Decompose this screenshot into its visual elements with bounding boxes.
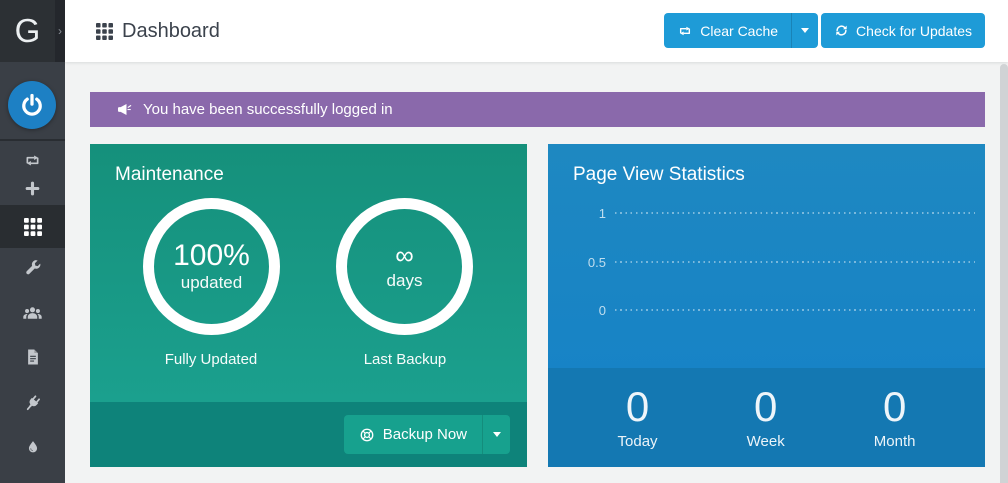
clear-cache-dropdown-toggle[interactable]	[791, 13, 818, 48]
y-tick-label: 0	[548, 303, 606, 318]
droplet-icon	[25, 439, 41, 457]
sidebar: G ›	[0, 0, 65, 483]
success-banner: You have been successfully logged in	[90, 92, 985, 127]
dotted-gridline	[615, 212, 975, 214]
banner-message: You have been successfully logged in	[143, 101, 393, 118]
sidebar-item-dashboard[interactable]	[0, 205, 65, 248]
grid-icon	[24, 218, 42, 236]
backup-now-button[interactable]: Backup Now	[344, 415, 482, 454]
sidebar-item-add[interactable]	[0, 170, 65, 206]
y-tick-label: 0.5	[548, 255, 606, 270]
stat-month-label: Month	[874, 433, 916, 450]
updated-gauge-value: 100%	[173, 240, 250, 272]
page-title-text: Dashboard	[122, 20, 220, 43]
sync-icon	[23, 151, 42, 170]
backup-now-label: Backup Now	[383, 426, 467, 443]
plug-icon	[23, 394, 42, 413]
caret-down-icon	[801, 28, 809, 33]
backup-split-button: Backup Now	[344, 415, 510, 454]
y-tick-label: 1	[548, 206, 606, 221]
backup-gauge-sub: days	[387, 271, 423, 291]
stat-week: 0 Week	[747, 385, 785, 449]
backup-gauge-caption: Last Backup	[325, 351, 485, 368]
check-updates-button[interactable]: Check for Updates	[821, 13, 985, 48]
file-text-icon	[24, 348, 42, 366]
backup-gauge-value: ∞	[395, 242, 414, 269]
sidebar-item-pages[interactable]	[0, 339, 65, 375]
chart-gridline-row: 0	[548, 302, 975, 318]
backup-gauge: ∞ days	[336, 198, 473, 335]
check-updates-label: Check for Updates	[856, 23, 972, 39]
sidebar-item-plugins[interactable]	[0, 385, 65, 421]
maintenance-footer: Backup Now	[90, 402, 527, 467]
updated-gauge: 100% updated	[143, 198, 280, 335]
chevron-right-icon: ›	[58, 24, 62, 38]
dotted-gridline	[615, 261, 975, 263]
stat-month: 0 Month	[874, 385, 916, 449]
caret-down-icon	[493, 432, 501, 437]
page-views-footer: 0 Today 0 Week 0 Month	[548, 368, 985, 467]
sidebar-divider	[0, 139, 65, 141]
page-views-title: Page View Statistics	[573, 164, 745, 186]
logout-button[interactable]	[8, 81, 56, 129]
life-ring-icon	[359, 427, 375, 443]
sidebar-item-themes[interactable]	[0, 430, 65, 466]
power-icon	[19, 92, 45, 118]
stat-today: 0 Today	[618, 385, 658, 449]
page-view-statistics-panel: Page View Statistics 1 0.5 0 0 Today 0 W…	[548, 144, 985, 467]
plus-icon	[24, 180, 41, 197]
backup-dropdown-toggle[interactable]	[482, 415, 510, 454]
logo-letter: G	[15, 12, 41, 50]
updated-gauge-caption: Fully Updated	[131, 351, 291, 368]
header-actions: Clear Cache Check for	[664, 13, 985, 48]
clear-cache-split-button: Clear Cache	[664, 13, 818, 48]
chart-gridline-row: 0.5	[548, 254, 975, 270]
sync-icon	[677, 23, 693, 39]
maintenance-title: Maintenance	[115, 164, 224, 186]
users-icon	[22, 303, 43, 324]
clear-cache-button[interactable]: Clear Cache	[664, 13, 791, 48]
bullhorn-icon	[116, 101, 133, 118]
stat-month-value: 0	[883, 385, 906, 429]
wrench-icon	[23, 259, 42, 278]
stat-week-value: 0	[754, 385, 777, 429]
clear-cache-label: Clear Cache	[700, 23, 778, 39]
stat-today-value: 0	[626, 385, 649, 429]
sidebar-item-users[interactable]	[0, 295, 65, 331]
refresh-icon	[834, 23, 849, 38]
updated-gauge-sub: updated	[181, 273, 242, 293]
sidebar-item-configuration[interactable]	[0, 250, 65, 286]
sidebar-collapse-toggle[interactable]: ›	[55, 0, 65, 62]
stat-week-label: Week	[747, 433, 785, 450]
dashboard-grid-icon	[96, 23, 113, 40]
app-logo[interactable]: G	[0, 0, 55, 62]
chart-gridline-row: 1	[548, 205, 975, 221]
vertical-scrollbar[interactable]	[1000, 64, 1008, 483]
maintenance-panel: Maintenance 100% updated ∞ days Fully Up…	[90, 144, 527, 467]
top-header: Dashboard Clear Cache	[65, 0, 1008, 62]
dotted-gridline	[615, 309, 975, 311]
stat-today-label: Today	[618, 433, 658, 450]
